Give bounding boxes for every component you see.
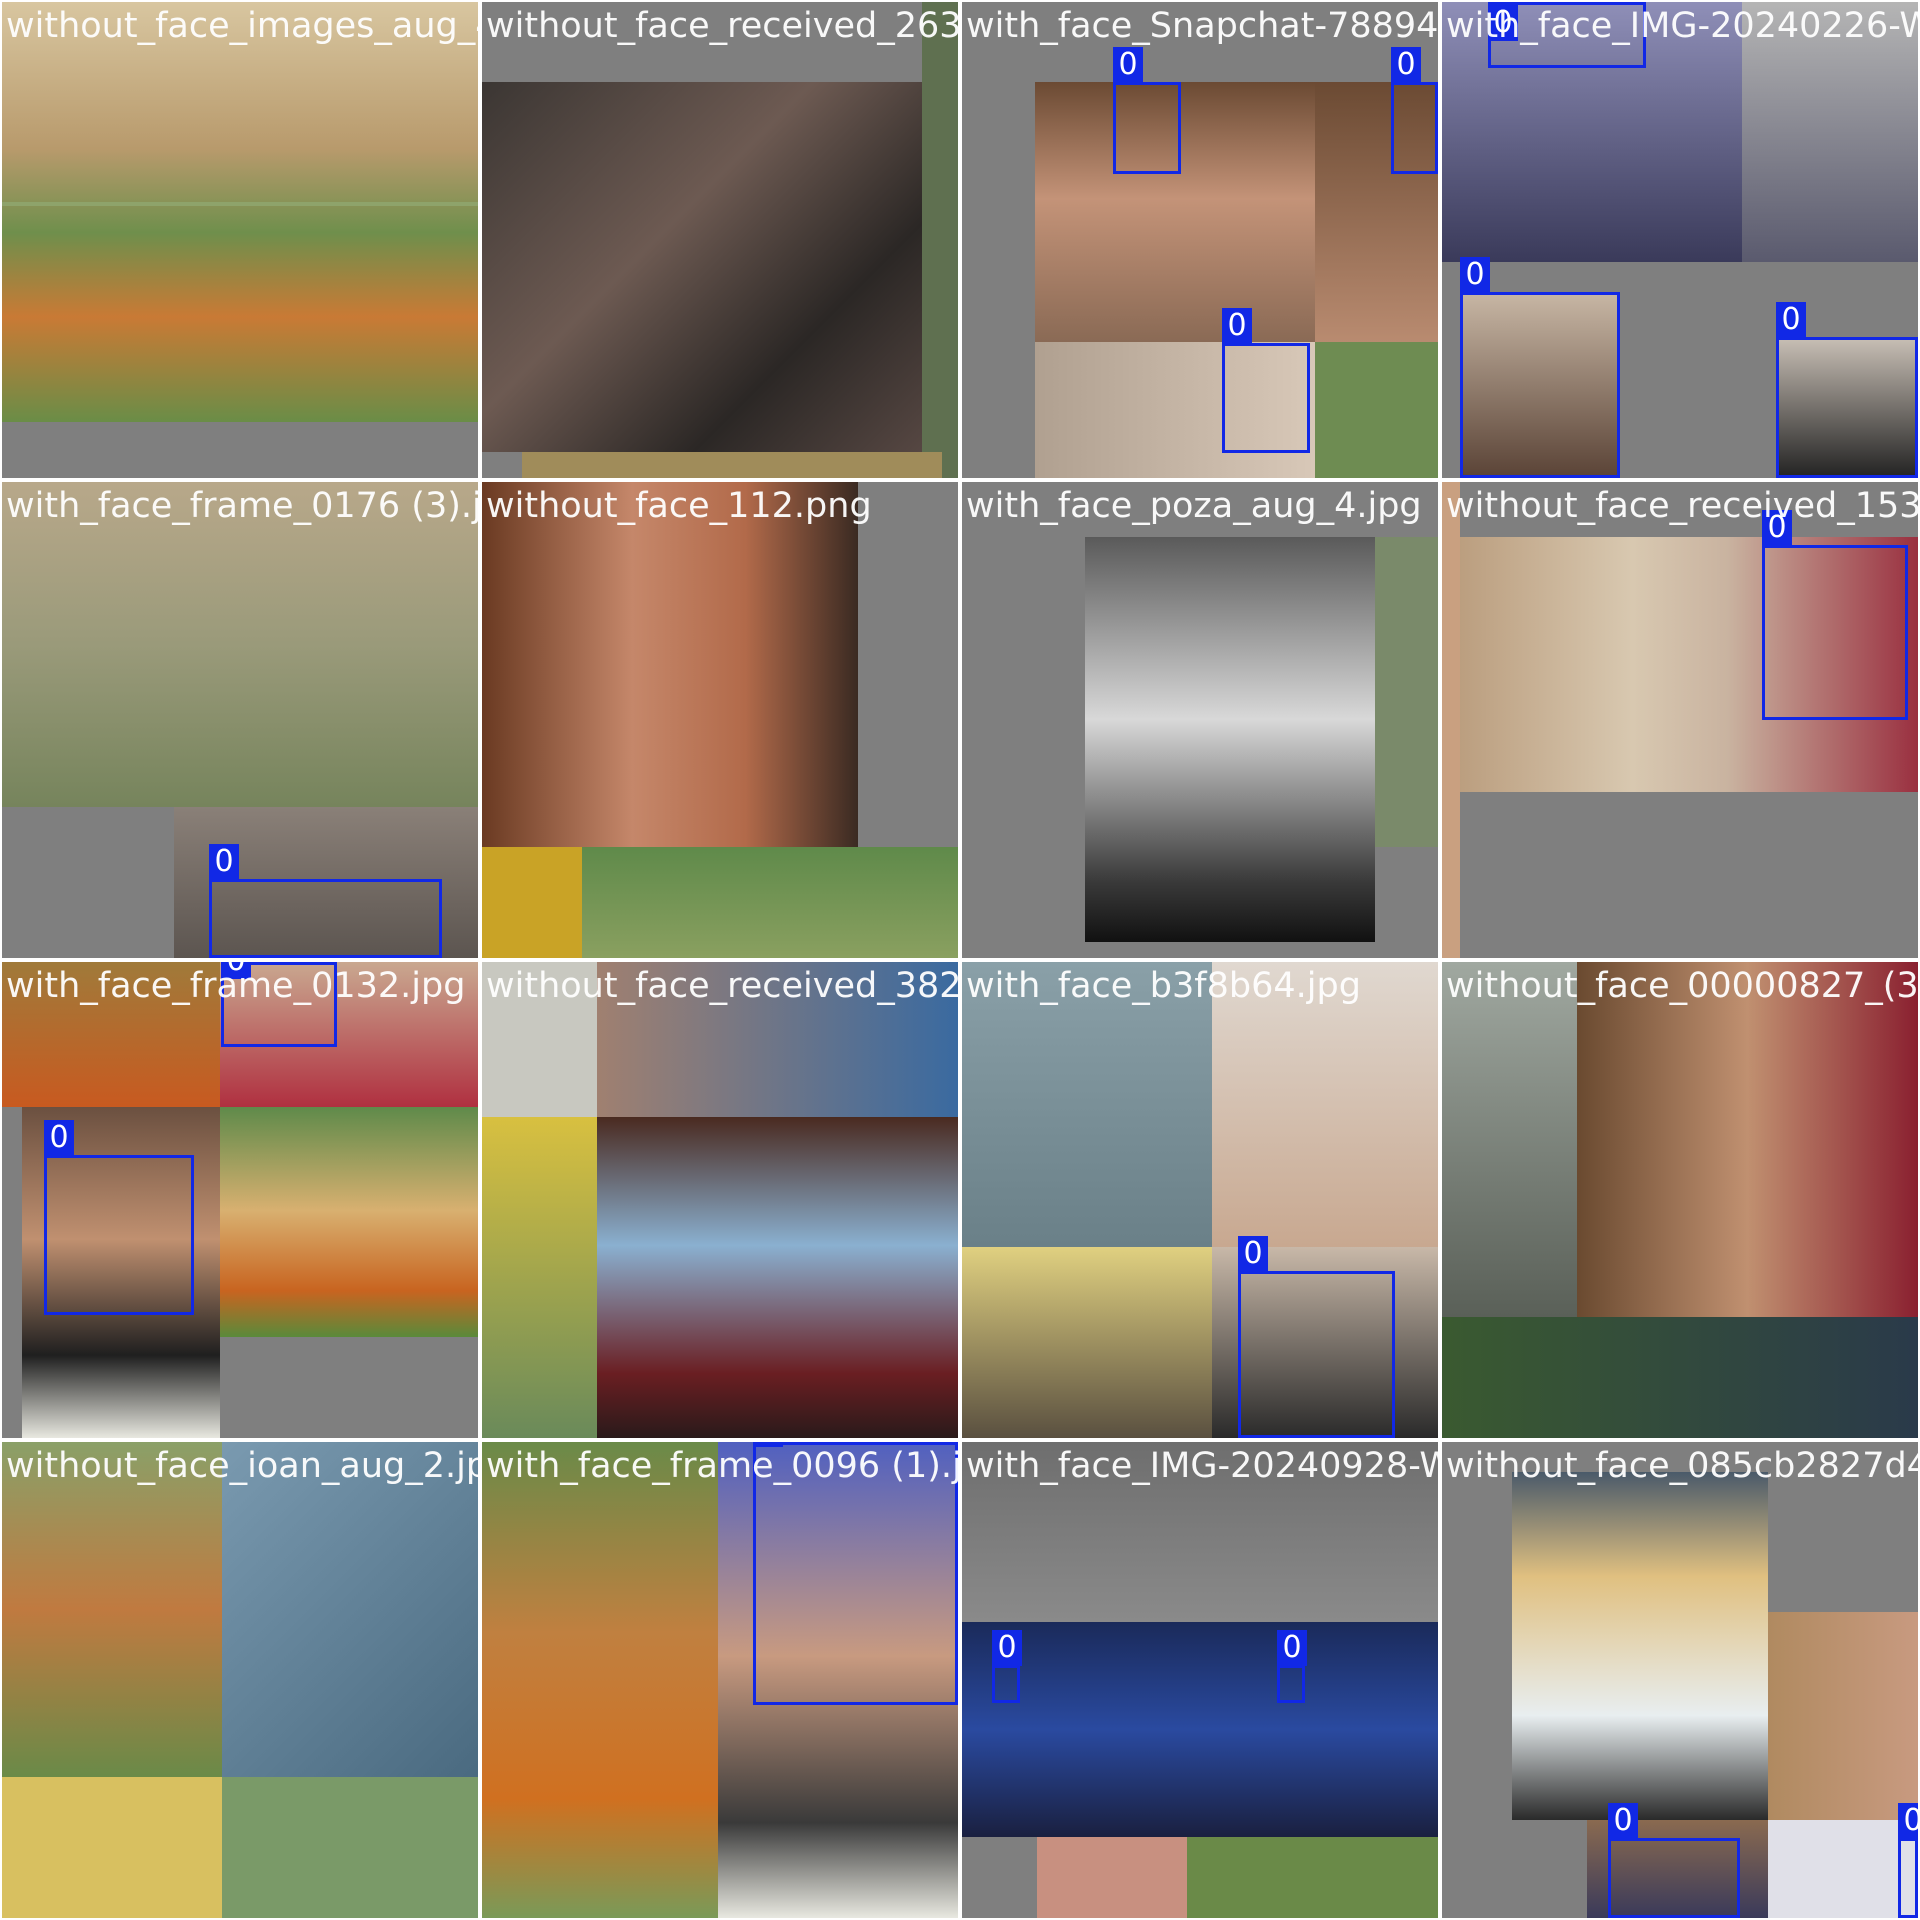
- mosaic-tile: without_face_received_3828742...jpg: [482, 962, 958, 1438]
- detection-class-label: 0: [44, 1120, 74, 1156]
- detection-box: 0: [1762, 510, 1908, 720]
- detection-box: 0: [1460, 257, 1620, 478]
- tile-filename: with_face_frame_0176 (3).jpg: [6, 486, 478, 526]
- detection-box: 0: [1391, 47, 1438, 174]
- detection-class-label: 0: [992, 1630, 1022, 1666]
- detection-class-label: 0: [1776, 302, 1806, 338]
- detection-class-label: 0: [1277, 1630, 1307, 1666]
- detection-box: 0: [1113, 47, 1181, 174]
- mosaic-tile: without_face_received_2637895048359...jp…: [482, 2, 958, 478]
- tile-filename: with_face_IMG-20240928-WA0000.jpg: [966, 1446, 1438, 1486]
- mosaic-tile: without_face_ioan_aug_2.jpg: [2, 1442, 478, 1918]
- detection-box: 0: [1222, 308, 1310, 453]
- detection-class-label: 0: [1113, 47, 1143, 83]
- mosaic-tile: 0 with_face_frame_0096 (1).jpg: [482, 1442, 958, 1918]
- detection-class-label: 0: [1391, 47, 1421, 83]
- mosaic-tile: 0 without_face_received_1531: [1442, 482, 1918, 958]
- mosaic-tile: without_face_112.png: [482, 482, 958, 958]
- mosaic-tile: 0 0 with_face_frame_0132.jpg: [2, 962, 478, 1438]
- tile-filename: without_face_085cb2827d47: [1446, 1446, 1918, 1486]
- detection-class-label: 0: [1460, 257, 1490, 293]
- detection-box: 0: [1277, 1630, 1307, 1703]
- mosaic-tile: without_face_00000827_(3): [1442, 962, 1918, 1438]
- mosaic-tile: 0 0 0 with_face_Snapchat-788948...jpg: [962, 2, 1438, 478]
- tile-filename: without_face_images_aug_4.jpg: [6, 6, 478, 46]
- tile-filename: without_face_received_1531: [1446, 486, 1918, 526]
- detection-box: 0: [1898, 1803, 1918, 1918]
- tile-filename: without_face_112.png: [486, 486, 872, 526]
- mosaic-tile: 0 0 without_face_085cb2827d47: [1442, 1442, 1918, 1918]
- mosaic-tile: 0 with_face_frame_0176 (3).jpg: [2, 482, 478, 958]
- mosaic-tile: 0 0 0 with_face_IMG-20240226-W: [1442, 2, 1918, 478]
- detection-box: 0: [44, 1120, 194, 1315]
- detection-class-label: 0: [1898, 1803, 1918, 1839]
- tile-filename: without_face_ioan_aug_2.jpg: [6, 1446, 478, 1486]
- detection-box: 0: [1776, 302, 1918, 478]
- tile-filename: with_face_b3f8b64.jpg: [966, 966, 1361, 1006]
- tile-filename: with_face_frame_0096 (1).jpg: [486, 1446, 958, 1486]
- tile-filename: with_face_Snapchat-788948...jpg: [966, 6, 1438, 46]
- tile-filename: with_face_IMG-20240226-W: [1446, 6, 1918, 46]
- detection-class-label: 0: [209, 844, 239, 880]
- tile-filename: without_face_received_2637895048359...jp…: [486, 6, 958, 46]
- mosaic-grid: without_face_images_aug_4.jpg without_fa…: [0, 0, 1920, 1920]
- detection-class-label: 0: [1222, 308, 1252, 344]
- detection-box: 0: [992, 1630, 1022, 1703]
- detection-class-label: 0: [1238, 1236, 1268, 1272]
- mosaic-tile: with_face_poza_aug_4.jpg: [962, 482, 1438, 958]
- mosaic-tile: without_face_images_aug_4.jpg: [2, 2, 478, 478]
- detection-box: 0: [209, 844, 442, 958]
- tile-filename: without_face_00000827_(3): [1446, 966, 1918, 1006]
- tile-filename: with_face_poza_aug_4.jpg: [966, 486, 1422, 526]
- detection-box: 0: [1608, 1803, 1740, 1918]
- mosaic-tile: 0 0 with_face_IMG-20240928-WA0000.jpg: [962, 1442, 1438, 1918]
- detection-class-label: 0: [1608, 1803, 1638, 1839]
- tile-filename: with_face_frame_0132.jpg: [6, 966, 466, 1006]
- tile-filename: without_face_received_3828742...jpg: [486, 966, 958, 1006]
- mosaic-tile: 0 with_face_b3f8b64.jpg: [962, 962, 1438, 1438]
- detection-box: 0: [1238, 1236, 1395, 1438]
